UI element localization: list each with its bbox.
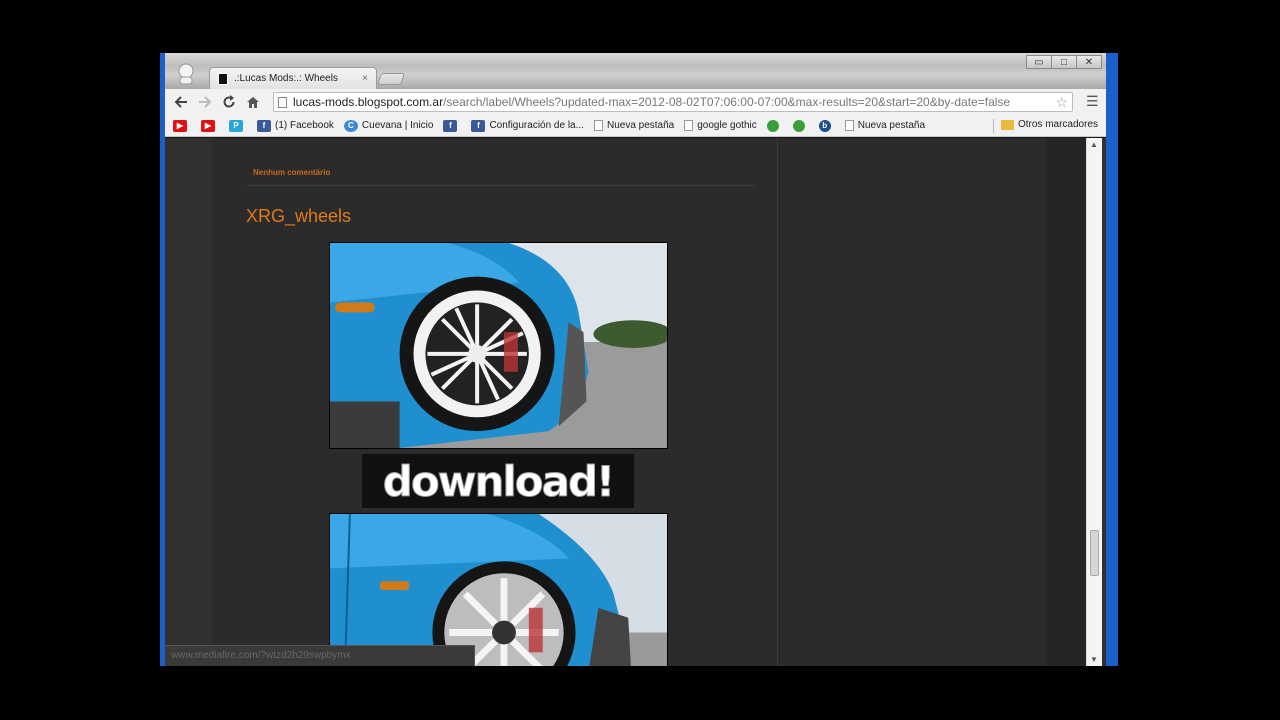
- scroll-up-icon[interactable]: ▲: [1090, 140, 1098, 149]
- page-icon: [684, 120, 694, 131]
- back-arrow-icon: [174, 96, 187, 108]
- bookmark-cuevana[interactable]: C Cuevana | Inicio: [343, 119, 433, 132]
- scrollbar-thumb[interactable]: [1090, 530, 1099, 576]
- reload-icon: [223, 95, 235, 108]
- home-button[interactable]: [241, 91, 265, 113]
- bookmark-item[interactable]: P: [229, 119, 247, 132]
- scroll-down-icon[interactable]: ▼: [1090, 655, 1098, 664]
- other-bookmarks-button[interactable]: Otros marcadores: [1000, 119, 1098, 130]
- green-icon: [766, 119, 779, 132]
- reload-button[interactable]: [217, 91, 241, 113]
- page-icon: [278, 96, 287, 108]
- bookmark-facebook[interactable]: f (1) Facebook: [257, 119, 334, 132]
- post-separator: [247, 185, 755, 186]
- page-icon: [844, 120, 854, 131]
- title-bar: .:Lucas Mods:.: Wheels × ▭ □ ✕: [165, 53, 1106, 89]
- bookmark-item[interactable]: ▶: [173, 119, 191, 132]
- cuevana-icon: C: [343, 119, 358, 132]
- wheel-photo-1[interactable]: [329, 242, 668, 449]
- bookmark-star-icon[interactable]: ☆: [1055, 94, 1068, 111]
- browser-window: .:Lucas Mods:.: Wheels × ▭ □ ✕ lucas-mod…: [160, 53, 1118, 666]
- post-title[interactable]: XRG_wheels: [246, 206, 351, 227]
- close-button[interactable]: ✕: [1076, 55, 1102, 69]
- car-wheel-image: [330, 243, 667, 448]
- youtube-icon: ▶: [173, 119, 187, 132]
- download-button[interactable]: download!: [362, 454, 634, 508]
- tab-close-icon[interactable]: ×: [362, 73, 368, 84]
- maximize-button[interactable]: □: [1051, 55, 1077, 69]
- status-bar-url: www.mediafire.com/?wtzd2h29swpbymx: [165, 645, 475, 666]
- bookmark-item[interactable]: b: [818, 119, 835, 132]
- green-icon: [792, 119, 805, 132]
- home-icon: [247, 96, 259, 108]
- sidebar-divider: [777, 138, 778, 666]
- blog-favicon-icon: [218, 72, 228, 85]
- address-bar[interactable]: lucas-mods.blogspot.com.ar/search/label/…: [273, 92, 1073, 112]
- page-right-margin: [1046, 138, 1086, 666]
- page-viewport: Nenhum comentário XRG_wheels download! ▲…: [165, 138, 1106, 666]
- car-wheel-image: [330, 514, 667, 666]
- bookmark-item[interactable]: f: [443, 119, 461, 132]
- facebook-icon: f: [471, 119, 486, 132]
- forward-button[interactable]: [193, 91, 217, 113]
- bookmarks-bar: ▶ ▶ P f (1) Facebook C Cuevana | Inicio f …: [165, 115, 1106, 137]
- bookmark-item[interactable]: [766, 119, 783, 132]
- youtube-icon: ▶: [201, 119, 215, 132]
- page-icon: [593, 120, 603, 131]
- tab-title: .:Lucas Mods:.: Wheels: [234, 73, 338, 84]
- folder-icon: [1000, 119, 1014, 130]
- comments-link[interactable]: Nenhum comentário: [253, 168, 330, 177]
- minimize-button[interactable]: ▭: [1026, 55, 1052, 69]
- facebook-icon: f: [257, 119, 271, 132]
- facebook-icon: f: [443, 119, 458, 132]
- new-tab-button[interactable]: [376, 73, 406, 85]
- url-path: /search/label/Wheels?updated-max=2012-08…: [443, 95, 1011, 109]
- profile-icon[interactable]: [177, 63, 195, 85]
- download-label: download!: [382, 456, 615, 506]
- menu-icon[interactable]: ☰: [1086, 94, 1100, 108]
- tab-active[interactable]: .:Lucas Mods:.: Wheels ×: [209, 67, 377, 89]
- forward-arrow-icon: [199, 96, 212, 108]
- p-icon: P: [229, 119, 243, 132]
- bookmarks-separator: [993, 119, 994, 133]
- bookmark-item[interactable]: ▶: [201, 119, 219, 132]
- bookmark-configuracion[interactable]: f Configuración de la...: [471, 119, 584, 132]
- vertical-scrollbar[interactable]: ▲ ▼: [1086, 138, 1102, 666]
- url-text[interactable]: lucas-mods.blogspot.com.ar/search/label/…: [293, 95, 1051, 109]
- bookmark-google-gothic[interactable]: google gothic: [684, 120, 757, 131]
- navigation-toolbar: lucas-mods.blogspot.com.ar/search/label/…: [165, 89, 1106, 115]
- bookmark-nueva-pestana-2[interactable]: Nueva pestaña: [844, 120, 925, 131]
- url-host: lucas-mods.blogspot.com.ar: [293, 95, 444, 109]
- b-icon: b: [818, 119, 831, 132]
- bookmark-nueva-pestana[interactable]: Nueva pestaña: [593, 120, 674, 131]
- wheel-photo-2[interactable]: [329, 513, 668, 666]
- window-controls: ▭ □ ✕: [1026, 55, 1102, 69]
- back-button[interactable]: [169, 91, 193, 113]
- bookmark-item[interactable]: [792, 119, 809, 132]
